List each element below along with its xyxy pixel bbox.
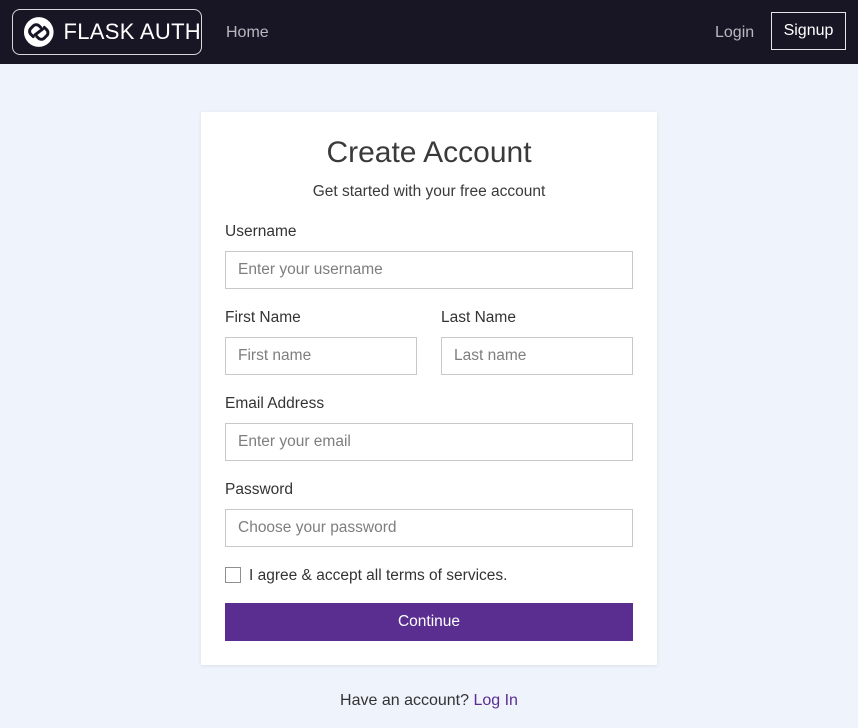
first-name-input[interactable] <box>225 337 417 375</box>
password-label: Password <box>225 481 294 498</box>
last-name-label: Last Name <box>441 309 516 326</box>
nav-login-link[interactable]: Login <box>715 24 754 42</box>
username-label: Username <box>225 223 297 240</box>
page-subtitle: Get started with your free account <box>312 183 546 200</box>
signup-card: Create Account Get started with your fre… <box>201 112 657 665</box>
password-input[interactable] <box>225 509 633 547</box>
terms-label: I agree & accept all terms of services. <box>249 567 508 584</box>
continue-button[interactable]: Continue <box>225 603 633 641</box>
have-account-prompt: Have an account? <box>340 692 470 709</box>
brand-name: FLASK AUTH <box>63 19 201 44</box>
first-name-label: First Name <box>225 309 301 326</box>
have-account-text: Have an account? Log In <box>0 692 858 710</box>
last-name-input[interactable] <box>441 337 633 375</box>
username-input[interactable] <box>225 251 633 289</box>
brand-logo-link[interactable]: FLASK AUTH <box>12 9 202 55</box>
email-label: Email Address <box>225 395 325 412</box>
terms-checkbox[interactable] <box>225 567 241 583</box>
chain-link-logo-icon <box>23 17 54 47</box>
top-navbar: FLASK AUTH Home Login Signup <box>0 0 858 64</box>
log-in-link[interactable]: Log In <box>473 692 517 709</box>
email-input[interactable] <box>225 423 633 461</box>
nav-signup-button[interactable]: Signup <box>771 12 846 50</box>
nav-home-link[interactable]: Home <box>226 24 269 42</box>
page-title: Create Account <box>326 136 532 169</box>
